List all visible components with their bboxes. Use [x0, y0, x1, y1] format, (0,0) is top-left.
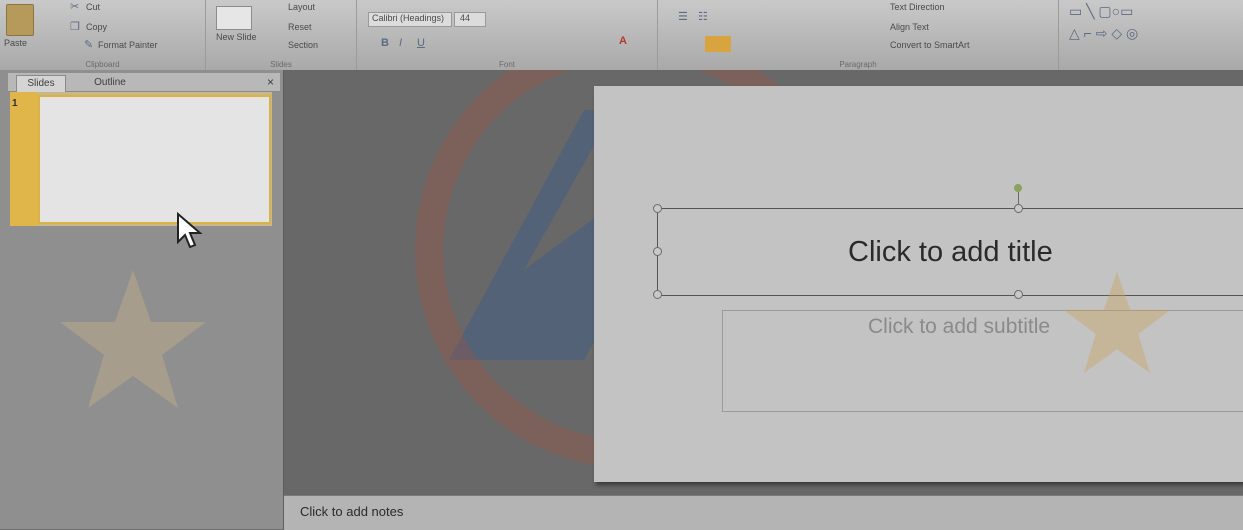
subtitle-placeholder-text: Click to add subtitle: [868, 315, 1051, 338]
resize-handle-bottom[interactable]: [1014, 290, 1023, 299]
paragraph-label: Paragraph: [839, 60, 877, 69]
format-painter-button[interactable]: Format Painter: [98, 40, 158, 50]
slide-thumbnail[interactable]: [38, 95, 271, 224]
font-color-icon[interactable]: A: [619, 36, 627, 47]
tab-outline[interactable]: Outline: [82, 75, 138, 91]
resize-handle-left[interactable]: [653, 247, 662, 256]
drawing-group: ▭ ╲ ▢○▭ △ ⌐ ⇨ ◇ ◎: [1059, 0, 1243, 70]
convert-smartart-button[interactable]: Convert to SmartArt: [890, 40, 970, 50]
shapes-gallery-icon-2[interactable]: △ ⌐ ⇨ ◇ ◎: [1069, 26, 1138, 40]
cut-button[interactable]: Cut: [86, 2, 100, 12]
format-painter-icon: ✎: [84, 39, 94, 51]
copy-icon: ❐: [70, 21, 80, 33]
watermark-star-icon-2: [1063, 271, 1171, 373]
reset-button[interactable]: Reset: [288, 22, 312, 32]
slides-group: New Slide Layout Reset Section Slides: [206, 0, 357, 70]
font-family-value: Calibri (Headings): [372, 13, 445, 23]
italic-icon[interactable]: I: [399, 38, 402, 49]
clipboard-label: Clipboard: [85, 60, 120, 69]
paste-icon[interactable]: [6, 4, 34, 36]
section-button[interactable]: Section: [288, 40, 318, 50]
numbering-icon[interactable]: ☷: [698, 12, 708, 23]
align-text-button[interactable]: Align Text: [890, 22, 929, 32]
resize-handle-tl[interactable]: [653, 204, 662, 213]
close-icon[interactable]: ×: [267, 75, 274, 89]
copy-button[interactable]: Copy: [86, 22, 107, 32]
tab-slides[interactable]: Slides: [16, 75, 66, 92]
panel-tabbar: Slides Outline ×: [8, 73, 280, 92]
notes-placeholder: Click to add notes: [300, 504, 404, 519]
resize-handle-top[interactable]: [1014, 204, 1023, 213]
underline-icon[interactable]: U: [417, 38, 425, 49]
clipboard-group: Paste ✂ Cut ❐ Copy ✎ Format Painter Clip…: [0, 0, 206, 70]
new-slide-icon[interactable]: [216, 6, 252, 30]
bullets-icon[interactable]: ☰: [678, 12, 688, 23]
notes-pane[interactable]: Click to add notes: [284, 495, 1243, 530]
text-direction-button[interactable]: Text Direction: [890, 2, 945, 12]
paste-button[interactable]: Paste: [4, 38, 27, 48]
slide-number: 1: [12, 98, 18, 109]
watermark-star-icon: [60, 270, 206, 408]
resize-handle-bl[interactable]: [653, 290, 662, 299]
bold-icon[interactable]: B: [381, 38, 389, 49]
font-group: Calibri (Headings) 44 B I U A Font: [357, 0, 658, 70]
shapes-gallery-icon[interactable]: ▭ ╲ ▢○▭: [1069, 4, 1133, 18]
paragraph-group: ☰ ☷ Text Direction Align Text Convert to…: [658, 0, 1059, 70]
font-size-value: 44: [460, 13, 471, 23]
rotation-handle[interactable]: [1014, 184, 1022, 192]
title-placeholder-text: Click to add title: [848, 236, 1053, 268]
slides-label: Slides: [270, 60, 292, 69]
new-slide-button[interactable]: New Slide: [216, 32, 257, 42]
slides-panel: Slides Outline × 1: [0, 70, 284, 529]
mouse-pointer-icon: [177, 212, 203, 249]
ribbon: Paste ✂ Cut ❐ Copy ✎ Format Painter Clip…: [0, 0, 1243, 71]
center-align-button[interactable]: [705, 36, 731, 52]
cut-icon: ✂: [70, 1, 80, 13]
layout-button[interactable]: Layout: [288, 2, 315, 12]
font-label: Font: [498, 60, 515, 69]
